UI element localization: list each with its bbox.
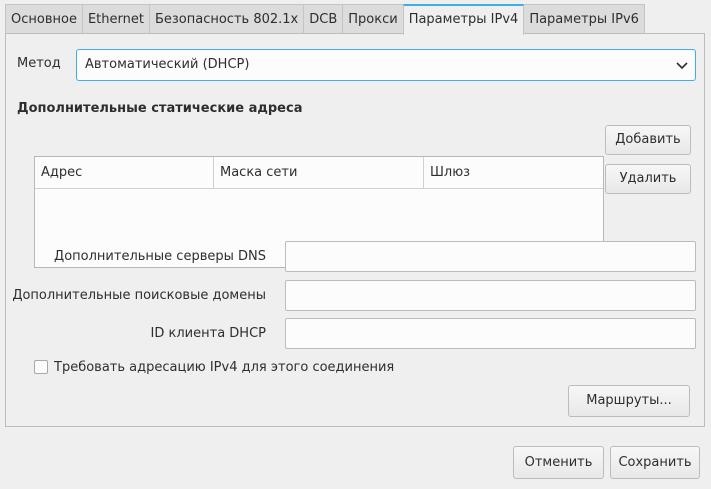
tab-bar: Основное Ethernet Безопасность 802.1x DC…: [5, 4, 645, 35]
add-button[interactable]: Добавить: [605, 125, 691, 155]
save-button[interactable]: Сохранить: [610, 446, 700, 479]
chevron-down-icon: [676, 62, 688, 70]
dhcp-client-id-label: ID клиента DHCP: [150, 326, 266, 341]
dhcp-client-id-field[interactable]: [285, 318, 696, 349]
require-ipv4-checkbox[interactable]: [34, 360, 48, 374]
tab-proxy[interactable]: Прокси: [342, 4, 404, 33]
table-header: Адрес Маска сети Шлюз: [35, 157, 603, 189]
dns-field[interactable]: [285, 241, 696, 272]
tab-dcb[interactable]: DCB: [303, 4, 344, 33]
ipv4-settings-window: Основное Ethernet Безопасность 802.1x DC…: [0, 0, 711, 489]
tab-general[interactable]: Основное: [5, 4, 83, 33]
cancel-button[interactable]: Отменить: [513, 446, 604, 479]
tab-security-8021x[interactable]: Безопасность 802.1x: [148, 4, 305, 33]
method-select[interactable]: Автоматический (DHCP): [76, 49, 696, 81]
require-ipv4-label[interactable]: Требовать адресацию IPv4 для этого соеди…: [54, 360, 394, 375]
tab-ipv6[interactable]: Параметры IPv6: [523, 4, 645, 33]
routes-button[interactable]: Маршруты...: [568, 385, 690, 417]
column-header-gateway[interactable]: Шлюз: [423, 157, 603, 188]
static-addresses-title: Дополнительные статические адреса: [17, 101, 303, 116]
ipv4-panel: Метод Автоматический (DHCP) Дополнительн…: [5, 33, 705, 427]
column-header-address[interactable]: Адрес: [35, 157, 213, 188]
search-domains-field[interactable]: [285, 280, 696, 311]
dns-label: Дополнительные серверы DNS: [54, 249, 266, 264]
remove-button[interactable]: Удалить: [605, 164, 691, 194]
tab-ipv4[interactable]: Параметры IPv4: [402, 4, 525, 35]
method-label: Метод: [17, 56, 61, 71]
search-domains-label: Дополнительные поисковые домены: [12, 288, 266, 303]
tab-ethernet[interactable]: Ethernet: [81, 4, 150, 33]
method-value: Автоматический (DHCP): [85, 57, 250, 72]
column-header-netmask[interactable]: Маска сети: [213, 157, 423, 188]
